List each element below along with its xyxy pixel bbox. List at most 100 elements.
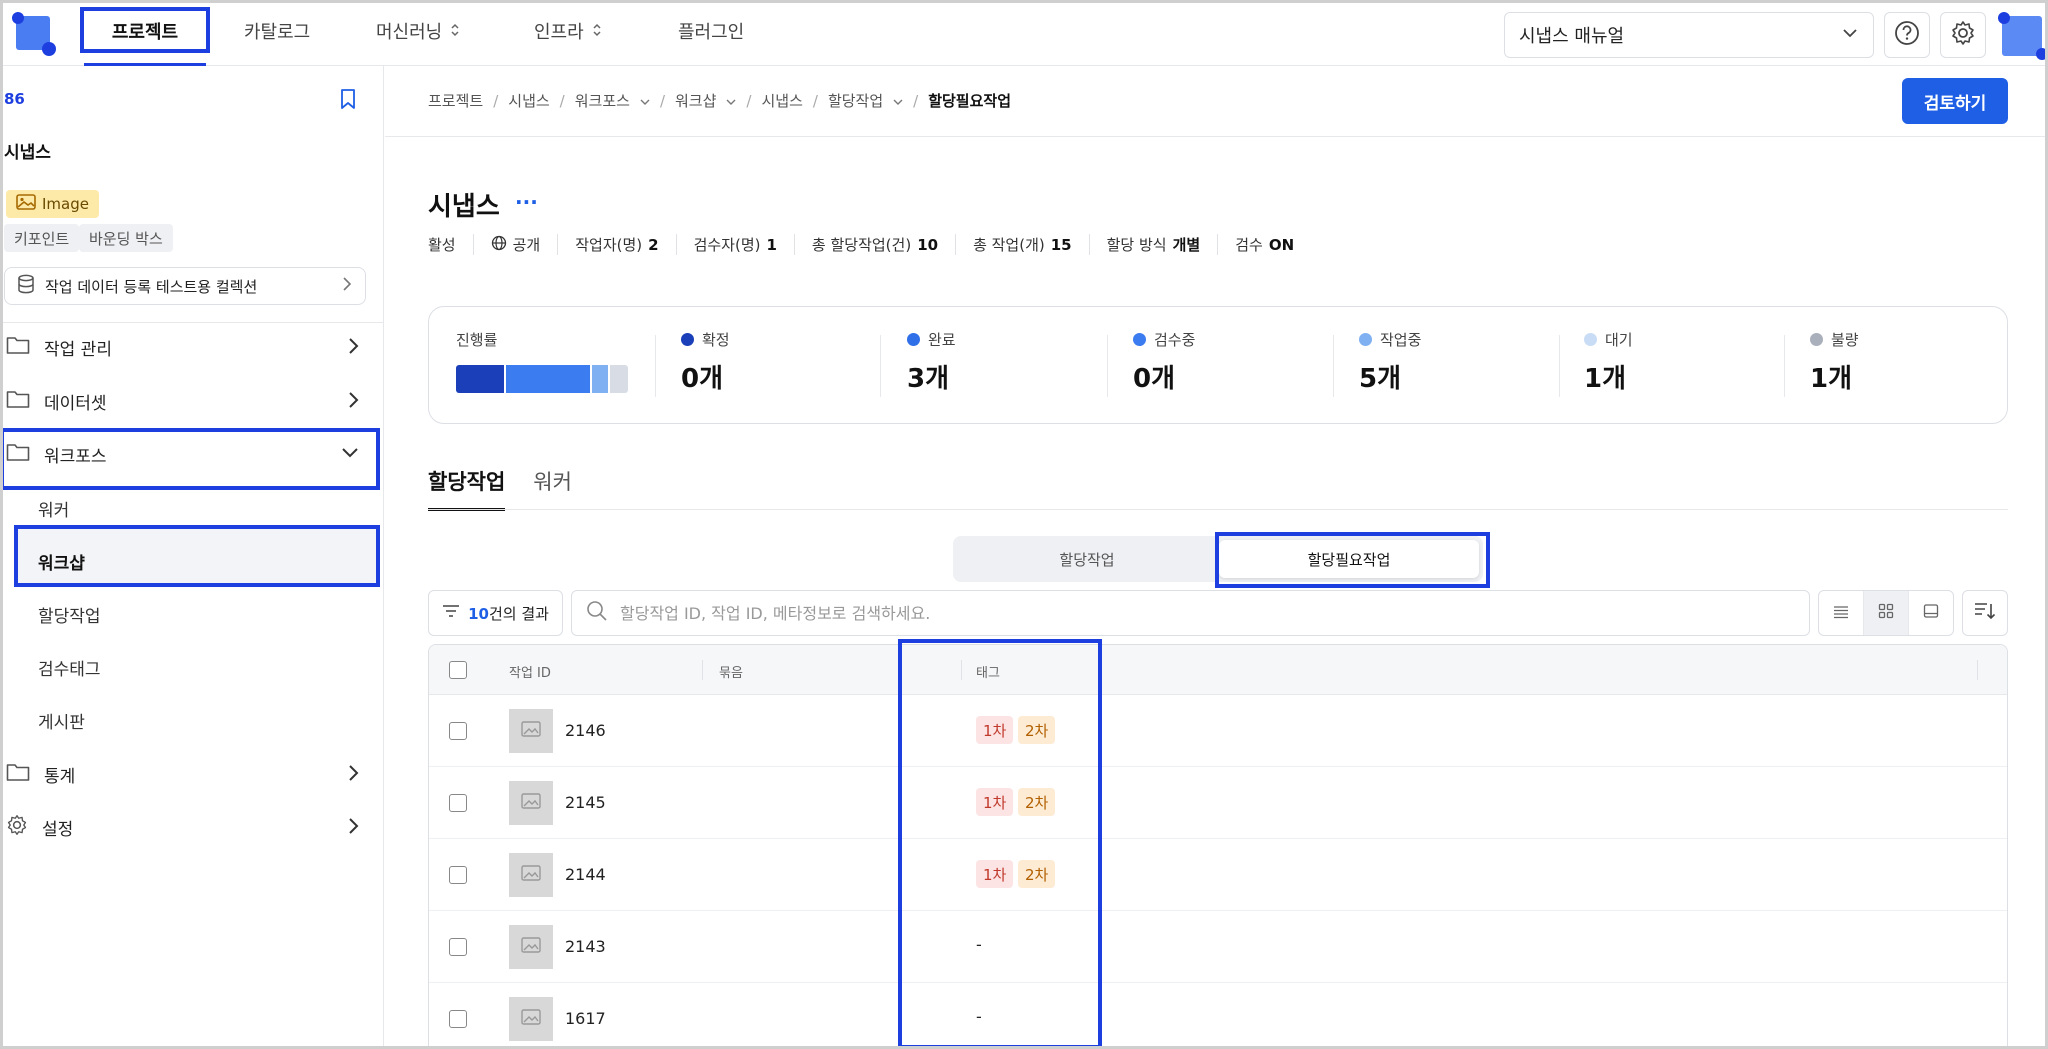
project-name: 시냅스 (4, 143, 51, 163)
content-tabs: 할당작업 워커 (428, 466, 572, 511)
column-header-group[interactable]: 묶음 (719, 662, 743, 681)
manual-select[interactable]: 시냅스 매뉴얼 (1504, 12, 1874, 58)
chevron-down-icon[interactable] (640, 92, 650, 110)
breadcrumb-separator: / (493, 91, 499, 110)
help-button[interactable] (1884, 12, 1930, 58)
image-thumbnail (509, 925, 553, 969)
breadcrumb-item[interactable]: 시냅스 (508, 90, 549, 111)
sidebar-item-dataset[interactable]: 데이터셋 (0, 376, 380, 426)
nav-tab-infra[interactable]: 인프라 (534, 0, 602, 66)
settings-button[interactable] (1940, 12, 1986, 58)
sidebar-subitem-workshop[interactable]: 워크샵 (38, 549, 85, 574)
more-options-icon[interactable]: ··· (515, 190, 538, 214)
sidebar-item-label: 작업 관리 (44, 339, 112, 360)
tab-workers[interactable]: 워커 (533, 466, 572, 511)
nav-tab-catalog[interactable]: 카탈로그 (244, 0, 310, 66)
sidebar-item-label: 설정 (42, 819, 74, 840)
chevron-down-icon[interactable] (893, 92, 903, 110)
nav-tab-projects[interactable]: 프로젝트 (84, 0, 206, 66)
tag-badge: 1차 (976, 716, 1014, 744)
folder-icon (6, 389, 30, 414)
sidebar-item-statistics[interactable]: 통계 (0, 749, 380, 799)
row-checkbox[interactable] (449, 794, 467, 812)
row-checkbox[interactable] (449, 722, 467, 740)
table-row[interactable]: 2145 1차 2차 (429, 767, 2007, 839)
empty-tag: - (976, 935, 982, 954)
breadcrumb-item[interactable]: 프로젝트 (428, 90, 483, 111)
task-id: 2144 (565, 865, 606, 884)
meta-reviewers: 검수자(명) 1 (675, 234, 794, 255)
table-row[interactable]: 1617 - (429, 983, 2007, 1049)
image-icon (521, 721, 541, 741)
column-header-tag[interactable]: 태그 (976, 662, 1000, 681)
breadcrumb-item[interactable]: 워크포스 (575, 90, 630, 111)
breadcrumb-item[interactable]: 워크샵 (675, 90, 716, 111)
search-icon (586, 600, 608, 626)
segment-needs-assignment[interactable]: 할당필요작업 (1219, 540, 1479, 578)
sidebar-item-settings[interactable]: 설정 (0, 802, 380, 852)
breadcrumb-current: 할당필요작업 (928, 92, 1012, 110)
chevron-right-icon (346, 816, 360, 841)
sidebar-subitem-assignments[interactable]: 할당작업 (38, 602, 101, 627)
divider (385, 136, 2048, 137)
tag-badge: 1차 (976, 788, 1014, 816)
table-row[interactable]: 2143 - (429, 911, 2007, 983)
list-view-button[interactable] (1819, 591, 1863, 635)
task-id: 2145 (565, 793, 606, 812)
app-logo[interactable] (12, 12, 56, 56)
stat-completed: 완료 3개 (907, 331, 956, 394)
tag-badge: 1차 (976, 860, 1014, 888)
bookmark-icon[interactable] (338, 88, 358, 114)
table-row[interactable]: 2144 1차 2차 (429, 839, 2007, 911)
progress-segment-in-progress (592, 365, 608, 393)
image-thumbnail (509, 781, 553, 825)
review-button[interactable]: 검토하기 (1902, 78, 2008, 124)
row-checkbox[interactable] (449, 866, 467, 884)
progress-segment-remaining (610, 365, 628, 393)
column-header-id[interactable]: 작업 ID (509, 662, 551, 681)
breadcrumb-item[interactable]: 할당작업 (828, 90, 883, 111)
sidebar-subitem-board[interactable]: 게시판 (38, 708, 85, 733)
search-input[interactable] (620, 603, 1770, 623)
sidebar-item-task-management[interactable]: 작업 관리 (0, 322, 380, 372)
tag-badge: 2차 (1018, 716, 1056, 744)
sidebar-subitem-workers[interactable]: 워커 (38, 496, 69, 521)
view-mode-group (1818, 590, 1954, 636)
row-checkbox[interactable] (449, 938, 467, 956)
meta-visibility: 공개 (472, 234, 558, 255)
status-dot (907, 333, 920, 346)
sort-button[interactable] (1962, 590, 2008, 636)
select-all-checkbox[interactable] (449, 661, 467, 679)
user-avatar[interactable] (1998, 8, 2048, 60)
image-icon (521, 793, 541, 813)
divider (1559, 335, 1560, 397)
chevron-up-down-icon (450, 6, 460, 60)
segment-assignments[interactable]: 할당작업 (957, 540, 1217, 578)
nav-tab-machine-learning[interactable]: 머신러닝 (376, 0, 460, 66)
chevron-up-down-icon (592, 6, 602, 60)
breadcrumb-item[interactable]: 시냅스 (761, 90, 802, 111)
project-id: 86 (4, 90, 25, 108)
chevron-down-icon[interactable] (726, 92, 736, 110)
data-type-label: Image (42, 195, 89, 213)
table-row[interactable]: 2146 1차 2차 (429, 695, 2007, 767)
chevron-right-icon (346, 390, 360, 415)
row-checkbox[interactable] (449, 1010, 467, 1028)
sidebar-subitem-review-tags[interactable]: 검수태그 (38, 655, 101, 680)
image-icon (521, 1009, 541, 1029)
tab-assignments[interactable]: 할당작업 (428, 466, 506, 511)
progress-segment-confirmed (456, 365, 504, 393)
detail-view-button[interactable] (1908, 591, 1953, 635)
nav-tab-plugins[interactable]: 플러그인 (678, 0, 744, 66)
nav-tab-label: 인프라 (534, 22, 584, 43)
status-dot (681, 333, 694, 346)
filter-button[interactable]: 10건의 결과 (428, 590, 563, 636)
collection-link[interactable]: 작업 데이터 등록 테스트용 컬렉션 (4, 267, 366, 305)
status-dot (1810, 333, 1823, 346)
grid-view-button[interactable] (1863, 591, 1908, 635)
nav-tab-label: 프로젝트 (111, 22, 179, 43)
image-icon (521, 937, 541, 957)
stat-waiting: 대기 1개 (1584, 331, 1633, 394)
sidebar-item-workforce[interactable]: 워크포스 (0, 429, 380, 479)
task-id: 2146 (565, 721, 606, 740)
